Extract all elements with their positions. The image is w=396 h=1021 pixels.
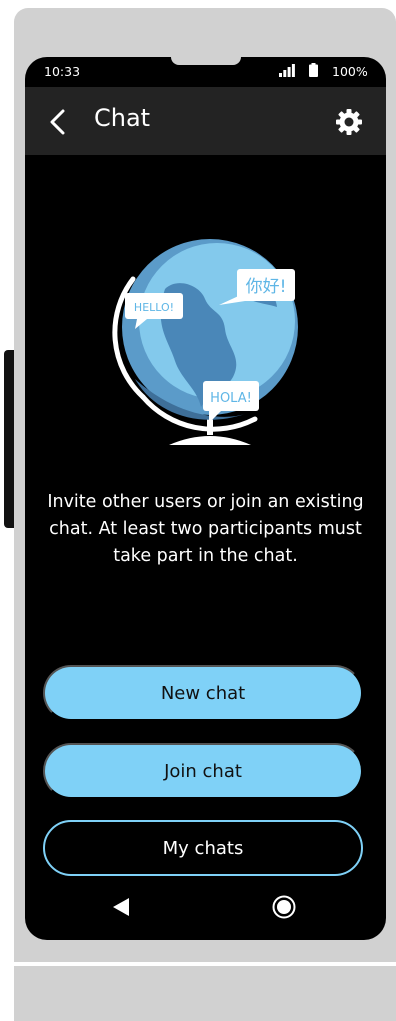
nav-back-icon[interactable] (112, 897, 130, 917)
back-arrow-icon[interactable] (48, 108, 66, 136)
phone-screen: 10:33 100% Chat HELLO! 你好! HOLA! Invite … (25, 57, 386, 940)
join-chat-button[interactable]: Join chat (43, 743, 363, 799)
chat-description: Invite other users or join an existing c… (47, 492, 364, 566)
app-bar: Chat (25, 87, 386, 155)
hola-bubble-text: HOLA! (210, 391, 252, 406)
globe-illustration: HELLO! 你好! HOLA! (112, 239, 298, 445)
device-side-button (4, 350, 14, 528)
nav-home-icon[interactable] (272, 895, 296, 919)
device-divider (14, 962, 396, 966)
new-chat-button[interactable]: New chat (43, 665, 363, 721)
settings-gear-icon[interactable] (335, 108, 363, 136)
status-time: 10:33 (44, 64, 81, 79)
signal-icon (279, 64, 295, 77)
battery-icon (309, 63, 318, 77)
my-chats-button[interactable]: My chats (43, 820, 363, 876)
page-title: Chat (94, 104, 151, 132)
status-bar: 10:33 100% (25, 57, 386, 87)
battery-percentage: 100% (332, 64, 368, 79)
chinese-bubble-text: 你好! (246, 277, 287, 297)
hello-bubble-text: HELLO! (134, 301, 174, 314)
